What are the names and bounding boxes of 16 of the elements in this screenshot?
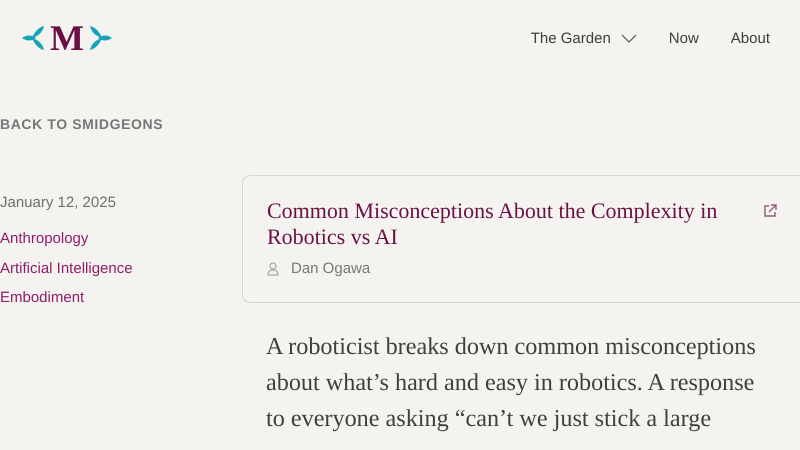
- chevron-down-icon: [620, 34, 637, 42]
- logo-letter: M: [50, 20, 84, 56]
- article-summary: A roboticist breaks down common misconceptions about what’s hard and easy in robotics. A response to everyone asking “can’t we just stick a large: [266, 332, 757, 434]
- nav-dropdown[interactable]: The Garden: [530, 30, 637, 46]
- nav-link[interactable]: Now: [668, 30, 699, 46]
- site-logo[interactable]: M: [22, 20, 112, 56]
- tag-link[interactable]: Artificial Intelligence: [0, 254, 133, 283]
- tag-link[interactable]: Embodiment: [0, 283, 84, 312]
- article-title[interactable]: Common Misconceptions About the Complexity in Robotics vs AI: [267, 198, 747, 250]
- external-link-icon[interactable]: [763, 204, 777, 218]
- tag-link[interactable]: Anthropology: [0, 224, 88, 254]
- author-name: Dan Ogawa: [291, 260, 370, 277]
- nav-link[interactable]: About: [730, 30, 770, 46]
- post-date: January 12, 2025: [0, 194, 117, 211]
- back-link[interactable]: BACK TO SMIDGEONS: [0, 116, 164, 132]
- person-icon: [267, 262, 279, 276]
